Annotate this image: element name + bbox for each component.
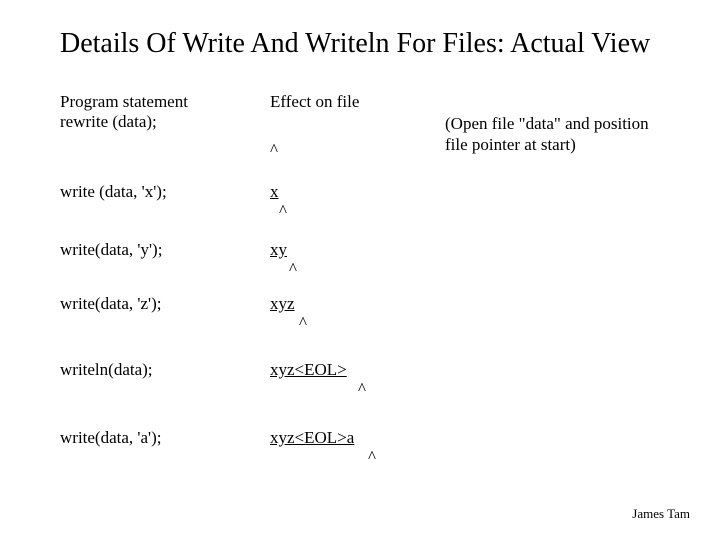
statement-write-z: write(data, 'z');: [60, 294, 260, 314]
footer-author: James Tam: [632, 506, 690, 522]
output-xyz: xyz: [270, 294, 460, 314]
statement-writeln: writeln(data);: [60, 360, 260, 380]
header-program-statement: Program statement: [60, 92, 260, 112]
slide: Details Of Write And Writeln For Files: …: [0, 0, 720, 540]
caret-3: ^: [289, 259, 297, 279]
statement-write-x: write (data, 'x');: [60, 182, 260, 202]
output-x: x: [270, 182, 460, 202]
caret-6: ^: [368, 447, 376, 467]
output-xyz-eol-a: xyz<EOL>a: [270, 428, 460, 448]
caret-5: ^: [358, 379, 366, 399]
open-file-note: (Open file "data" and position file poin…: [445, 113, 649, 156]
note-line-2: file pointer at start): [445, 135, 576, 154]
output-xy: xy: [270, 240, 460, 260]
header-effect-on-file: Effect on file: [270, 92, 460, 112]
note-line-1: (Open file "data" and position: [445, 114, 649, 133]
slide-title: Details Of Write And Writeln For Files: …: [60, 28, 650, 60]
caret-4: ^: [299, 313, 307, 333]
statement-write-a: write(data, 'a');: [60, 428, 260, 448]
output-xyz-eol: xyz<EOL>: [270, 360, 460, 380]
caret-1: ^: [270, 140, 460, 160]
statement-rewrite: rewrite (data);: [60, 112, 260, 132]
statement-write-y: write(data, 'y');: [60, 240, 260, 260]
caret-2: ^: [279, 201, 287, 221]
